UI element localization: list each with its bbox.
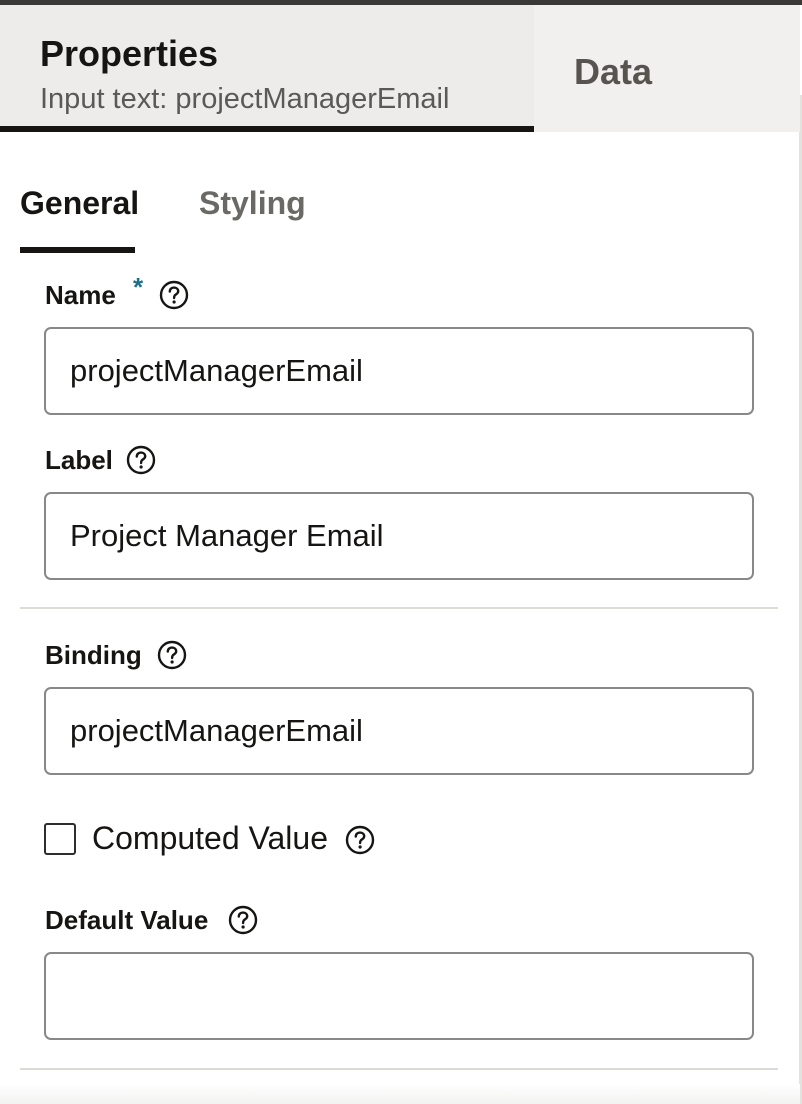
computed-value-checkbox[interactable] [44, 823, 76, 855]
binding-input[interactable]: projectManagerEmail [44, 687, 754, 775]
binding-help-icon[interactable] [157, 640, 187, 670]
section-divider-bottom [20, 1068, 778, 1070]
label-field-label: Label [45, 445, 113, 475]
default-value-help-icon[interactable] [228, 905, 258, 935]
data-tab-label: Data [574, 51, 653, 92]
panel-bottom-fade [0, 1084, 800, 1104]
label-input[interactable]: Project Manager Email [44, 492, 754, 580]
subtab-styling[interactable]: Styling [199, 185, 306, 222]
label-help-icon[interactable] [126, 445, 156, 475]
required-indicator: * [133, 272, 144, 302]
name-input[interactable]: projectManagerEmail [44, 327, 754, 415]
computed-value-label[interactable]: Computed Value [92, 820, 328, 857]
tab-data[interactable]: Data [534, 5, 800, 132]
name-help-icon[interactable] [159, 280, 189, 310]
properties-tab-title: Properties [40, 33, 219, 74]
properties-tab-subtitle: Input text: projectManagerEmail [40, 83, 450, 115]
tab-properties[interactable]: Properties Input text: projectManagerEma… [0, 5, 534, 132]
binding-label: Binding [45, 640, 142, 670]
name-label: Name [45, 280, 116, 310]
default-value-input[interactable] [44, 952, 754, 1040]
computed-value-help-icon[interactable] [345, 825, 375, 855]
subtab-active-indicator [20, 247, 135, 253]
default-value-label: Default Value [45, 905, 209, 935]
section-divider [20, 607, 778, 609]
subtab-general[interactable]: General [20, 185, 139, 222]
